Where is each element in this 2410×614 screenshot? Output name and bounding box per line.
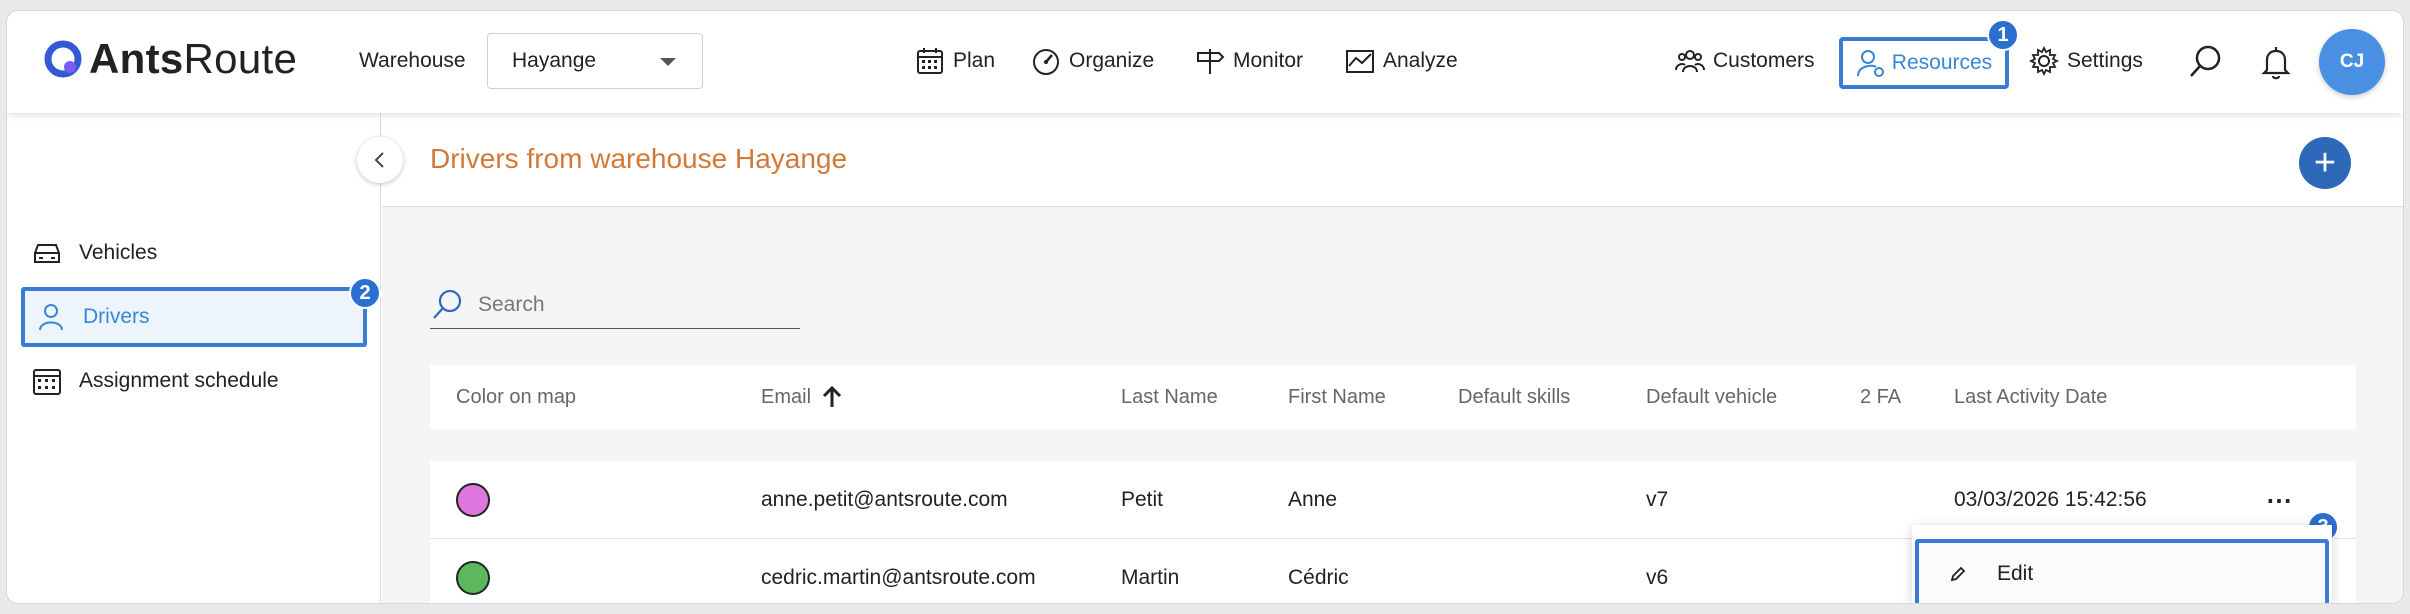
- nav-organize-label: Organize: [1069, 49, 1155, 72]
- column-color-on-map[interactable]: Color on map: [456, 365, 576, 429]
- column-last-activity-date[interactable]: Last Activity Date: [1954, 365, 2107, 429]
- users-icon: [1675, 50, 1705, 73]
- first-name-cell: Anne: [1288, 488, 1338, 511]
- column-last-name[interactable]: Last Name: [1121, 365, 1218, 429]
- top-navigation-bar: AntsRoute Warehouse Hayange Plan Organiz…: [7, 11, 2403, 113]
- search-field[interactable]: [430, 281, 800, 329]
- add-driver-button[interactable]: +: [2299, 137, 2351, 189]
- search-icon: [433, 289, 462, 319]
- speedometer-icon: [1033, 49, 1059, 75]
- sidebar-item-drivers[interactable]: Drivers: [21, 287, 367, 347]
- page-header: Drivers from warehouse Hayange +: [382, 113, 2403, 207]
- column-2fa[interactable]: 2 FA: [1860, 365, 1901, 429]
- nav-plan[interactable]: Plan: [915, 39, 995, 83]
- nav-resources-label: Resources: [1891, 51, 1993, 74]
- nav-monitor[interactable]: Monitor: [1195, 39, 1303, 83]
- user-gear-icon: [1856, 50, 1884, 77]
- column-default-skills[interactable]: Default skills: [1458, 365, 1570, 429]
- table-header: Color on map Email Last Name First Name …: [430, 365, 2356, 429]
- sidebar-item-assignment-schedule[interactable]: Assignment schedule: [31, 365, 279, 397]
- color-cell: [456, 539, 490, 603]
- column-email-label: Email: [761, 385, 812, 408]
- color-swatch: [456, 483, 490, 517]
- bell-icon[interactable]: [2257, 43, 2295, 81]
- step-badge-2: 2: [349, 277, 381, 309]
- column-default-vehicle[interactable]: Default vehicle: [1646, 365, 1777, 429]
- sidebar-item-vehicles[interactable]: Vehicles: [31, 237, 157, 269]
- search-icon[interactable]: [2187, 43, 2225, 81]
- arrow-up-icon: [822, 385, 842, 407]
- column-email[interactable]: Email: [761, 365, 843, 429]
- logo-icon: [44, 40, 82, 78]
- nav-analyze-label: Analyze: [1383, 49, 1458, 72]
- gear-icon: [2029, 46, 2059, 76]
- last-name-cell: Petit: [1121, 488, 1164, 511]
- page-title: Drivers from warehouse Hayange: [430, 143, 848, 174]
- nav-analyze[interactable]: Analyze: [1345, 39, 1458, 83]
- vehicle-cell: v6: [1646, 566, 1669, 589]
- antsroute-logo[interactable]: AntsRoute: [43, 35, 297, 83]
- warehouse-label: Warehouse: [359, 49, 466, 72]
- nav-settings-label: Settings: [2067, 49, 2143, 72]
- email-cell: anne.petit@antsroute.com: [761, 488, 1008, 511]
- nav-organize[interactable]: Organize: [1031, 39, 1154, 83]
- calendar-icon: [33, 369, 61, 395]
- chart-icon: [1346, 50, 1374, 73]
- first-name-cell: Cédric: [1288, 566, 1349, 589]
- column-first-name[interactable]: First Name: [1288, 365, 1386, 429]
- search-input[interactable]: [478, 292, 778, 317]
- chevron-left-icon: [374, 152, 384, 168]
- sidebar-item-label: Drivers: [83, 305, 150, 328]
- calendar-icon: [917, 48, 943, 74]
- sidebar-item-label: Vehicles: [79, 241, 158, 264]
- edit-label: Edit: [1997, 562, 2034, 585]
- last-name-cell: Martin: [1121, 566, 1180, 589]
- sidebar-item-label: Assignment schedule: [79, 369, 279, 392]
- user-icon: [39, 304, 63, 331]
- nav-settings[interactable]: Settings: [2029, 39, 2143, 83]
- color-cell: [456, 461, 490, 539]
- warehouse-selected-value: Hayange: [512, 49, 597, 72]
- car-icon: [34, 244, 60, 263]
- plus-icon: +: [2313, 142, 2337, 184]
- signpost-icon: [1197, 49, 1225, 74]
- sidebar-item-drivers-content: Drivers: [35, 301, 150, 333]
- nav-plan-label: Plan: [953, 49, 996, 72]
- step-badge-1: 1: [1987, 19, 2019, 51]
- edit-menu-item[interactable]: Edit: [1915, 539, 2329, 603]
- sidebar: Vehicles: [7, 113, 381, 603]
- nav-customers[interactable]: Customers: [1675, 39, 1815, 83]
- color-swatch: [456, 561, 490, 595]
- email-cell: cedric.martin@antsroute.com: [761, 566, 1036, 589]
- chevron-down-icon: [660, 58, 676, 66]
- app-window: AntsRoute Warehouse Hayange Plan Organiz…: [6, 10, 2404, 604]
- logo-text: AntsRoute: [89, 35, 298, 82]
- user-avatar[interactable]: CJ: [2319, 29, 2385, 95]
- nav-customers-label: Customers: [1713, 49, 1815, 72]
- nav-resources[interactable]: Resources: [1839, 37, 2009, 89]
- warehouse-select[interactable]: Hayange: [487, 33, 703, 89]
- nav-monitor-label: Monitor: [1233, 49, 1304, 72]
- pencil-icon: [1950, 566, 1966, 582]
- vehicle-cell: v7: [1646, 488, 1669, 511]
- collapse-sidebar-button[interactable]: [357, 137, 403, 183]
